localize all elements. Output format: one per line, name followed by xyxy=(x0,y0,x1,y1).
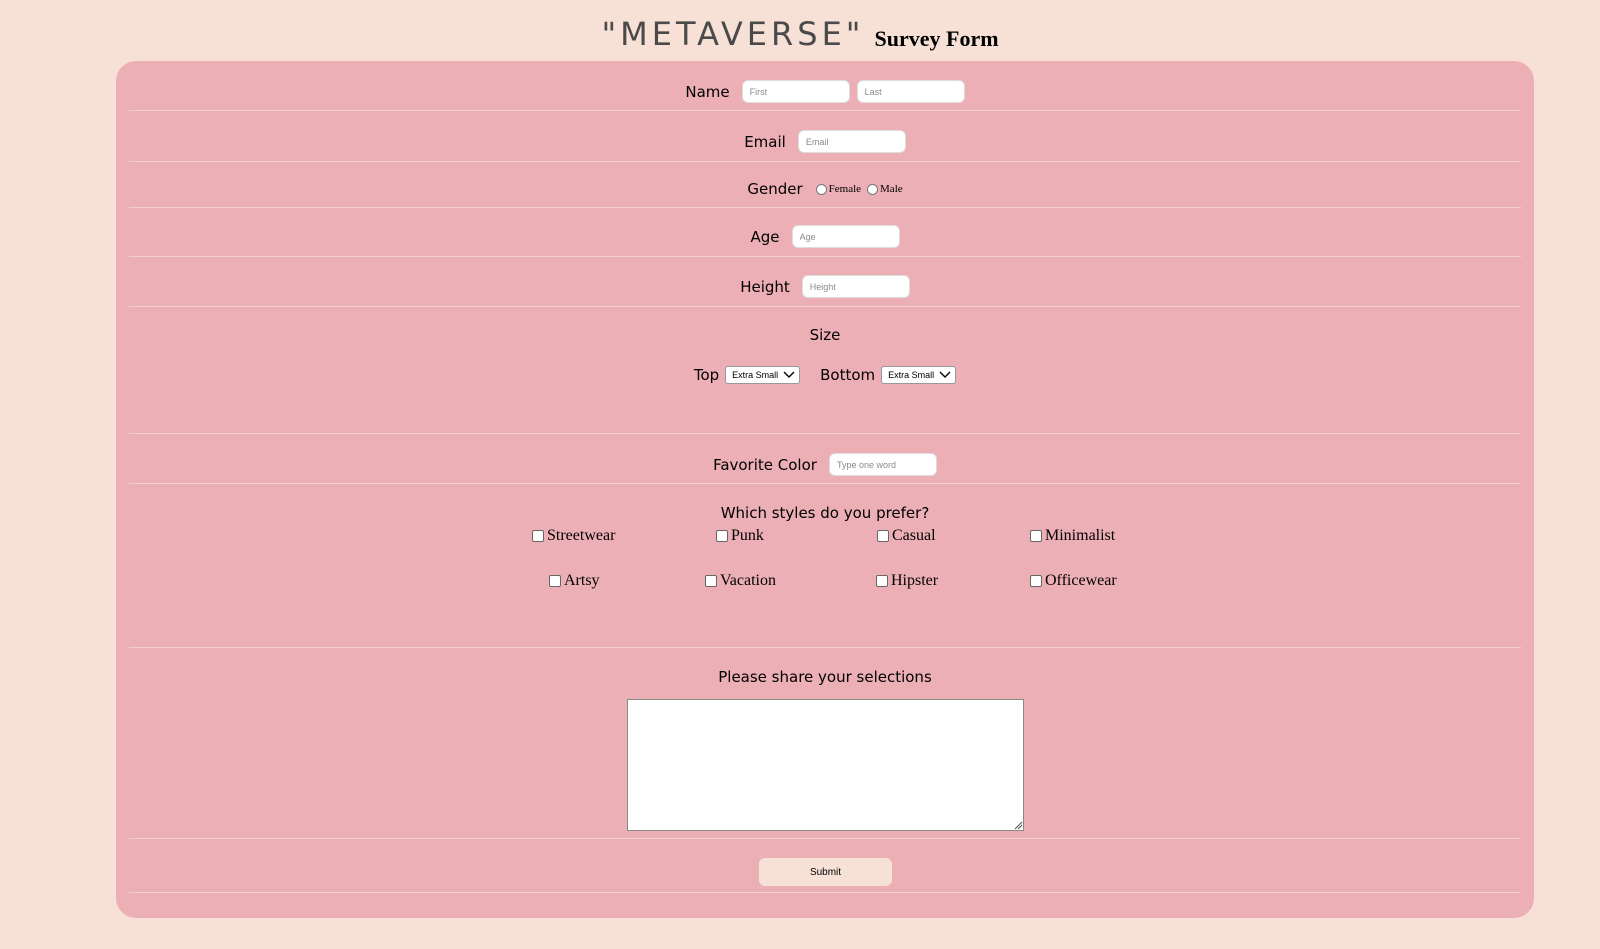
gender-row: Gender Female Male xyxy=(116,177,1534,201)
male-radio[interactable] xyxy=(867,183,879,195)
size-row: Top Extra Small Bottom Extra Small xyxy=(116,363,1534,387)
style-option-artsy[interactable]: Artsy xyxy=(549,572,600,590)
age-input[interactable] xyxy=(791,225,900,248)
streetwear-label: Streetwear xyxy=(547,527,616,544)
divider xyxy=(129,110,1521,111)
page-header: "METAVERSE" Survey Form xyxy=(0,12,1600,56)
divider xyxy=(129,483,1521,484)
bottom-size-label: Bottom xyxy=(820,366,876,384)
submit-button[interactable]: Submit xyxy=(759,858,892,886)
streetwear-checkbox[interactable] xyxy=(532,530,544,542)
gender-label: Gender xyxy=(747,180,803,198)
age-label: Age xyxy=(750,227,780,246)
style-option-hipster[interactable]: Hipster xyxy=(876,572,938,590)
styles-question-row: Which styles do you prefer? xyxy=(116,501,1534,525)
style-option-punk[interactable]: Punk xyxy=(716,527,764,545)
top-size-label: Top xyxy=(693,366,720,384)
female-radio-label: Female xyxy=(828,183,862,195)
vacation-label: Vacation xyxy=(720,572,776,589)
style-option-vacation[interactable]: Vacation xyxy=(705,572,776,590)
last-name-input[interactable] xyxy=(856,80,965,103)
size-heading-row: Size xyxy=(116,323,1534,347)
vacation-checkbox[interactable] xyxy=(705,575,717,587)
email-label: Email xyxy=(744,132,786,151)
email-input[interactable] xyxy=(797,130,906,153)
officewear-checkbox[interactable] xyxy=(1030,575,1042,587)
divider xyxy=(129,892,1521,893)
divider xyxy=(129,256,1521,257)
style-option-minimalist[interactable]: Minimalist xyxy=(1030,527,1115,545)
favorite-color-input[interactable] xyxy=(828,453,937,476)
minimalist-checkbox[interactable] xyxy=(1030,530,1042,542)
name-label: Name xyxy=(685,82,730,101)
gender-option-female[interactable]: Female xyxy=(815,183,862,195)
divider xyxy=(129,838,1521,839)
chevron-down-icon xyxy=(939,371,951,378)
brand-logo: "METAVERSE" xyxy=(601,15,865,53)
female-radio[interactable] xyxy=(815,183,827,195)
page-title: Survey Form xyxy=(874,26,999,51)
style-option-streetwear[interactable]: Streetwear xyxy=(532,527,615,545)
styles-question: Which styles do you prefer? xyxy=(720,504,930,522)
casual-checkbox[interactable] xyxy=(877,530,889,542)
casual-label: Casual xyxy=(892,527,936,544)
hipster-label: Hipster xyxy=(891,572,939,589)
divider xyxy=(129,647,1521,648)
officewear-label: Officewear xyxy=(1045,572,1117,589)
selections-textarea[interactable] xyxy=(627,699,1024,831)
bottom-size-value: Extra Small xyxy=(888,370,935,380)
name-row: Name xyxy=(116,79,1534,104)
height-row: Height xyxy=(116,274,1534,299)
age-row: Age xyxy=(116,224,1534,249)
favorite-color-label: Favorite Color xyxy=(713,455,817,474)
male-radio-label: Male xyxy=(880,183,903,195)
divider xyxy=(129,306,1521,307)
divider xyxy=(129,207,1521,208)
selections-label-row: Please share your selections xyxy=(116,665,1534,689)
punk-checkbox[interactable] xyxy=(716,530,728,542)
divider xyxy=(129,161,1521,162)
selections-label: Please share your selections xyxy=(718,668,932,686)
artsy-checkbox[interactable] xyxy=(549,575,561,587)
style-option-casual[interactable]: Casual xyxy=(877,527,936,545)
gender-option-male[interactable]: Male xyxy=(867,183,903,195)
first-name-input[interactable] xyxy=(741,80,850,103)
favorite-color-row: Favorite Color xyxy=(116,452,1534,477)
size-heading: Size xyxy=(809,326,841,344)
chevron-down-icon xyxy=(783,371,795,378)
email-row: Email xyxy=(116,129,1534,154)
artsy-label: Artsy xyxy=(564,572,600,589)
height-input[interactable] xyxy=(801,275,910,298)
top-size-value: Extra Small xyxy=(732,370,779,380)
height-label: Height xyxy=(740,277,790,296)
minimalist-label: Minimalist xyxy=(1045,527,1116,544)
style-option-officewear[interactable]: Officewear xyxy=(1030,572,1117,590)
resize-handle-icon[interactable] xyxy=(1013,820,1023,830)
bottom-size-select[interactable]: Extra Small xyxy=(881,366,957,384)
top-size-select[interactable]: Extra Small xyxy=(725,366,801,384)
punk-label: Punk xyxy=(731,527,764,544)
hipster-checkbox[interactable] xyxy=(876,575,888,587)
divider xyxy=(129,433,1521,434)
survey-form: Name Email Gender Female Male Age Height… xyxy=(116,61,1534,918)
